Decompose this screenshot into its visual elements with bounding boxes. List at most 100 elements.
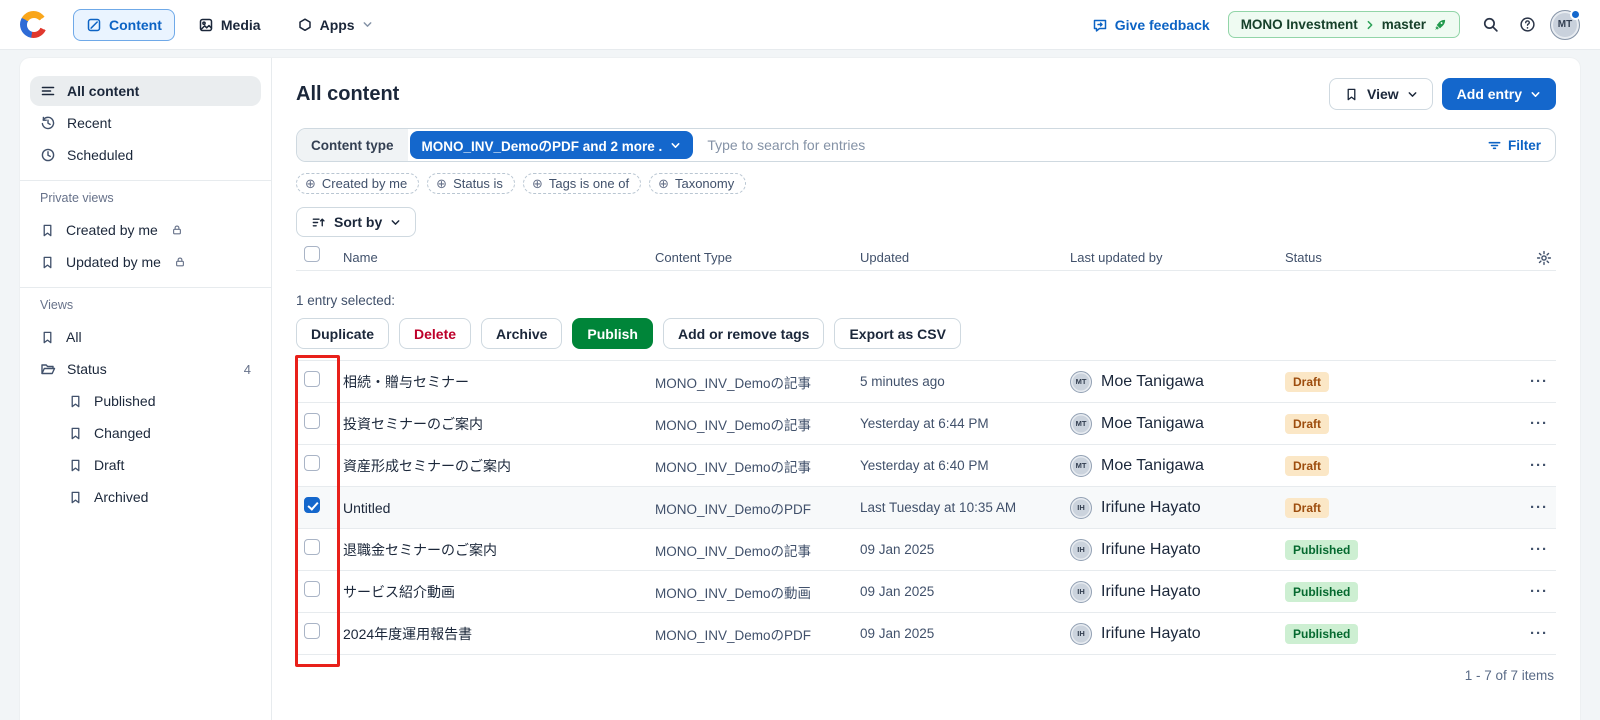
row-actions-menu[interactable] [1530, 583, 1548, 600]
search-button[interactable] [1476, 10, 1505, 39]
column-updated: Updated [860, 250, 910, 265]
quick-filter-tags-is-one-of[interactable]: Tags is one of [522, 173, 642, 194]
rocket-icon [1433, 18, 1447, 32]
row-checkbox[interactable] [304, 623, 320, 639]
filter-button-label: Filter [1507, 137, 1541, 153]
select-all-checkbox[interactable] [304, 245, 320, 262]
tab-media-label: Media [220, 16, 261, 33]
delete-button[interactable]: Delete [399, 318, 472, 349]
search-input[interactable] [693, 137, 1473, 153]
contentful-logo[interactable] [20, 11, 47, 38]
entry-content-type: MONO_INV_Demoの記事 [655, 459, 812, 475]
table-row[interactable]: 相続・贈与セミナー MONO_INV_Demoの記事 5 minutes ago… [296, 361, 1556, 403]
selection-status-text: 1 entry selected: [296, 293, 396, 308]
row-actions-menu[interactable] [1530, 457, 1548, 474]
row-actions-menu[interactable] [1530, 499, 1548, 516]
export-as-csv-button[interactable]: Export as CSV [834, 318, 961, 349]
sidebar-item-created-by-me[interactable]: Created by me [30, 215, 261, 245]
filter-button[interactable]: Filter [1473, 138, 1555, 153]
give-feedback-link[interactable]: Give feedback [1092, 17, 1210, 33]
quick-filter-created-by-me[interactable]: Created by me [296, 173, 420, 194]
archive-button[interactable]: Archive [481, 318, 563, 349]
row-checkbox[interactable] [304, 581, 320, 597]
table-row[interactable]: サービス紹介動画 MONO_INV_Demoの動画 09 Jan 2025 IH… [296, 571, 1556, 613]
user-avatar: IH [1070, 538, 1092, 561]
duplicate-button[interactable]: Duplicate [296, 318, 390, 349]
environment-badge[interactable]: MONO Investment master [1227, 11, 1460, 38]
column-content-type: Content Type [655, 250, 733, 265]
view-button[interactable]: View [1329, 78, 1433, 110]
status-badge: Draft [1285, 497, 1330, 518]
row-checkbox[interactable] [304, 497, 320, 513]
table-row[interactable]: 2024年度運用報告書 MONO_INV_DemoのPDF 09 Jan 202… [296, 613, 1556, 655]
entry-name: 相続・贈与セミナー [343, 373, 469, 390]
user-avatar-initials: MT [1557, 19, 1573, 30]
content-panel: All content Recent Scheduled Private vie… [20, 58, 1580, 720]
sidebar-item-updated-by-me[interactable]: Updated by me [30, 247, 261, 277]
add-or-remove-tags-button[interactable]: Add or remove tags [662, 318, 825, 349]
user-avatar[interactable]: MT [1550, 8, 1581, 40]
menu-apps[interactable]: Apps [284, 9, 386, 41]
row-actions-menu[interactable] [1530, 625, 1548, 642]
chevron-down-icon [362, 19, 373, 30]
status-badge: Draft [1285, 455, 1330, 476]
sidebar-item-recent[interactable]: Recent [30, 108, 261, 138]
quick-filter-status-is[interactable]: Status is [427, 173, 515, 194]
table-row[interactable]: 投資セミナーのご案内 MONO_INV_Demoの記事 Yesterday at… [296, 403, 1556, 445]
tab-media[interactable]: Media [185, 9, 274, 41]
table-row[interactable]: 退職金セミナーのご案内 MONO_INV_Demoの記事 09 Jan 2025… [296, 529, 1556, 571]
column-status: Status [1285, 250, 1322, 265]
column-name: Name [343, 250, 378, 265]
environment-name: master [1381, 17, 1426, 32]
help-button[interactable] [1513, 10, 1542, 39]
tab-content-label: Content [109, 16, 162, 33]
publish-button[interactable]: Publish [572, 318, 653, 349]
lock-icon [171, 224, 183, 236]
sidebar-item-label: All [66, 329, 82, 345]
sidebar-item-all[interactable]: All [30, 322, 261, 352]
row-actions-menu[interactable] [1530, 373, 1548, 390]
row-checkbox[interactable] [304, 413, 320, 429]
tab-content[interactable]: Content [73, 8, 175, 41]
entry-search-bar: Content type MONO_INV_DemoのPDF and 2 mor… [296, 128, 1556, 162]
sort-by-button[interactable]: Sort by [296, 207, 417, 237]
entry-content-type: MONO_INV_Demoの記事 [655, 543, 812, 559]
sidebar-item-scheduled[interactable]: Scheduled [30, 140, 261, 170]
column-settings-gear-icon[interactable] [1536, 250, 1552, 266]
column-last-updated-by: Last updated by [1070, 250, 1163, 265]
entry-last-updated-by: Moe Tanigawa [1101, 456, 1204, 474]
quick-filter-taxonomy[interactable]: Taxonomy [649, 173, 747, 194]
sidebar-item-label: Published [94, 393, 156, 409]
table-row[interactable]: 資産形成セミナーのご案内 MONO_INV_Demoの記事 Yesterday … [296, 445, 1556, 487]
entry-last-updated-by: Irifune Hayato [1101, 540, 1201, 558]
sidebar-item-draft[interactable]: Draft [30, 450, 261, 480]
sidebar-item-published[interactable]: Published [30, 386, 261, 416]
menu-apps-label: Apps [319, 16, 355, 33]
sidebar-item-all-content[interactable]: All content [30, 76, 261, 106]
row-actions-menu[interactable] [1530, 415, 1548, 432]
sidebar-item-status-folder[interactable]: Status 4 [30, 354, 261, 384]
apps-icon [297, 17, 313, 33]
entry-name: 投資セミナーのご案内 [343, 415, 483, 432]
give-feedback-label: Give feedback [1114, 16, 1210, 33]
sidebar-item-changed[interactable]: Changed [30, 418, 261, 448]
row-checkbox[interactable] [304, 455, 320, 471]
add-entry-button[interactable]: Add entry [1441, 78, 1556, 110]
sort-icon [312, 218, 325, 226]
entry-updated: 09 Jan 2025 [860, 584, 935, 599]
content-type-label[interactable]: Content type [297, 129, 408, 161]
quick-filter-label: Taxonomy [674, 176, 735, 191]
row-checkbox[interactable] [304, 539, 320, 555]
sidebar-item-archived[interactable]: Archived [30, 482, 261, 512]
bookmark-icon [68, 490, 83, 505]
content-type-filter-pill[interactable]: MONO_INV_DemoのPDF and 2 more . [409, 131, 694, 159]
chevron-down-icon [1408, 91, 1417, 97]
filter-icon [1488, 141, 1501, 149]
sidebar-item-label: All content [67, 83, 140, 99]
bookmark-icon [68, 458, 83, 473]
table-row[interactable]: Untitled MONO_INV_DemoのPDF Last Tuesday … [296, 487, 1556, 529]
row-checkbox[interactable] [304, 371, 320, 387]
row-actions-menu[interactable] [1530, 541, 1548, 558]
user-avatar: IH [1070, 622, 1092, 645]
entry-name: 2024年度運用報告書 [343, 625, 473, 642]
